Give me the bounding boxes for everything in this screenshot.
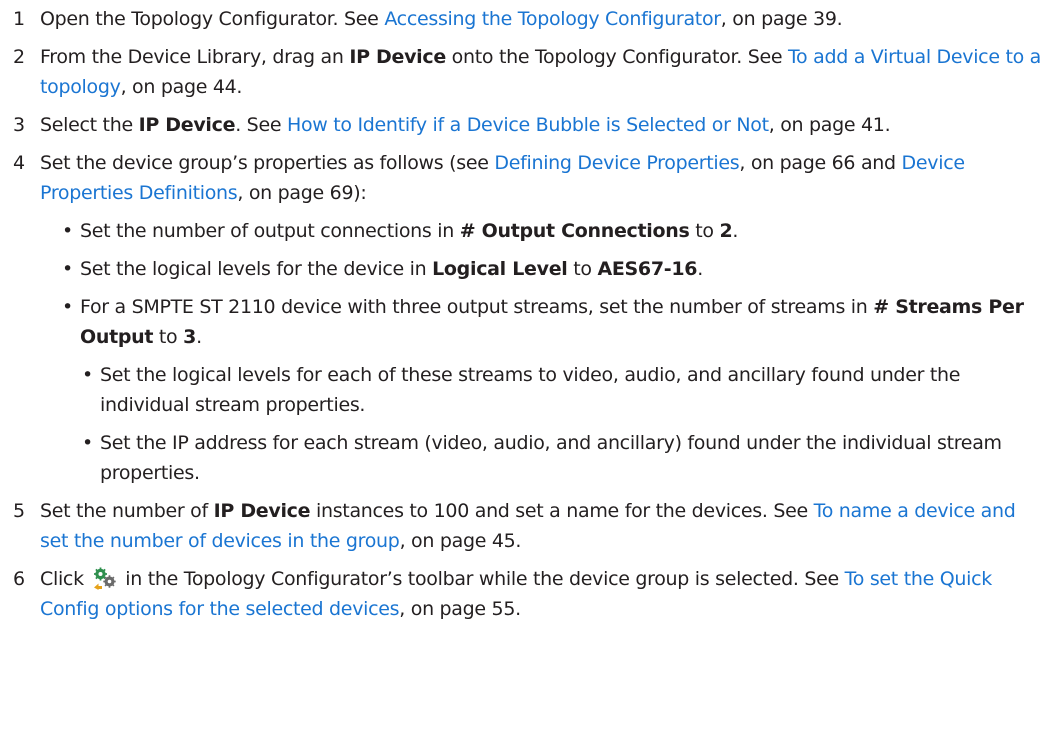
step-1: 1 Open the Topology Configurator. See Ac… — [0, 4, 1056, 34]
ui-term: # Output Connections — [459, 220, 690, 242]
setting-value: 2 — [719, 220, 733, 242]
step-text: onto the Topology Configurator. See — [445, 46, 788, 68]
page-reference: , on page 39. — [720, 8, 843, 30]
step-number: 2 — [13, 46, 25, 68]
page-reference: , on page 44. — [120, 76, 243, 98]
step-text: Set the device group’s properties as fol… — [40, 152, 495, 174]
ui-term: IP Device — [138, 114, 236, 136]
quick-config-icon[interactable] — [93, 566, 117, 590]
step-text: instances to 100 and set a name for the … — [310, 500, 814, 522]
bullet-text: Set the logical levels for the device in — [80, 258, 433, 280]
bullet-marker: • — [62, 258, 73, 280]
procedure-steps: 1 Open the Topology Configurator. See Ac… — [0, 4, 1056, 632]
step-text: From the Device Library, drag an — [40, 46, 350, 68]
step-text: , on page 66 and — [739, 152, 902, 174]
bullet-marker: • — [62, 296, 73, 318]
ui-term: IP Device — [349, 46, 446, 68]
bullet-text: Set the number of output connections in — [80, 220, 460, 242]
step-number: 6 — [13, 568, 25, 590]
step-number: 5 — [13, 500, 25, 522]
bullet-text: Set the IP address for each stream (vide… — [100, 432, 1002, 484]
bullet-logical-level: • Set the logical levels for the device … — [0, 254, 1056, 284]
step-number: 3 — [13, 114, 25, 136]
subbullet-logical-levels-streams: • Set the logical levels for each of the… — [0, 360, 1056, 420]
bullet-text: to — [153, 326, 184, 348]
step-4: 4 Set the device group’s properties as f… — [0, 148, 1056, 208]
bullet-marker: • — [62, 220, 73, 242]
step-text: Set the number of — [40, 500, 214, 522]
bullet-marker: • — [82, 432, 93, 454]
bullet-text: . — [732, 220, 739, 242]
page-reference: , on page 55. — [399, 598, 521, 620]
step-5: 5 Set the number of IP Device instances … — [0, 496, 1056, 556]
page-reference: , on page 41. — [768, 114, 891, 136]
bullet-text: . — [697, 258, 703, 280]
bullet-text: to — [689, 220, 720, 242]
bullet-streams-per-output: • For a SMPTE ST 2110 device with three … — [0, 292, 1056, 352]
setting-value: 3 — [183, 326, 197, 348]
setting-value: AES67-16 — [597, 258, 698, 280]
bullet-text: . — [196, 326, 202, 348]
step-text: . See — [235, 114, 287, 136]
ui-term: Logical Level — [432, 258, 568, 280]
page-reference: , on page 69): — [237, 182, 367, 204]
step-number: 1 — [13, 8, 25, 30]
ui-term: IP Device — [213, 500, 311, 522]
bullet-text: to — [567, 258, 598, 280]
step-text: in the Topology Configurator’s toolbar w… — [119, 568, 845, 590]
step-text: Open the Topology Configurator. See — [40, 8, 385, 30]
subbullet-ip-address-streams: • Set the IP address for each stream (vi… — [0, 428, 1056, 488]
bullet-text: For a SMPTE ST 2110 device with three ou… — [80, 296, 874, 318]
link-accessing-topology-configurator[interactable]: Accessing the Topology Configurator — [384, 8, 721, 30]
bullet-marker: • — [82, 364, 93, 386]
step-6: 6 Click in the Topology Configurator’s t… — [0, 564, 1056, 624]
bullet-output-connections: • Set the number of output connections i… — [0, 216, 1056, 246]
bullet-text: Set the logical levels for each of these… — [100, 364, 961, 416]
link-identify-device-bubble-selected[interactable]: How to Identify if a Device Bubble is Se… — [287, 114, 769, 136]
step-3: 3 Select the IP Device. See How to Ident… — [0, 110, 1056, 140]
step-text: Click — [40, 568, 90, 590]
page-reference: , on page 45. — [399, 530, 522, 552]
step-text: Select the — [40, 114, 139, 136]
step-2: 2 From the Device Library, drag an IP De… — [0, 42, 1056, 102]
step-number: 4 — [13, 152, 25, 174]
link-defining-device-properties[interactable]: Defining Device Properties — [494, 152, 739, 174]
